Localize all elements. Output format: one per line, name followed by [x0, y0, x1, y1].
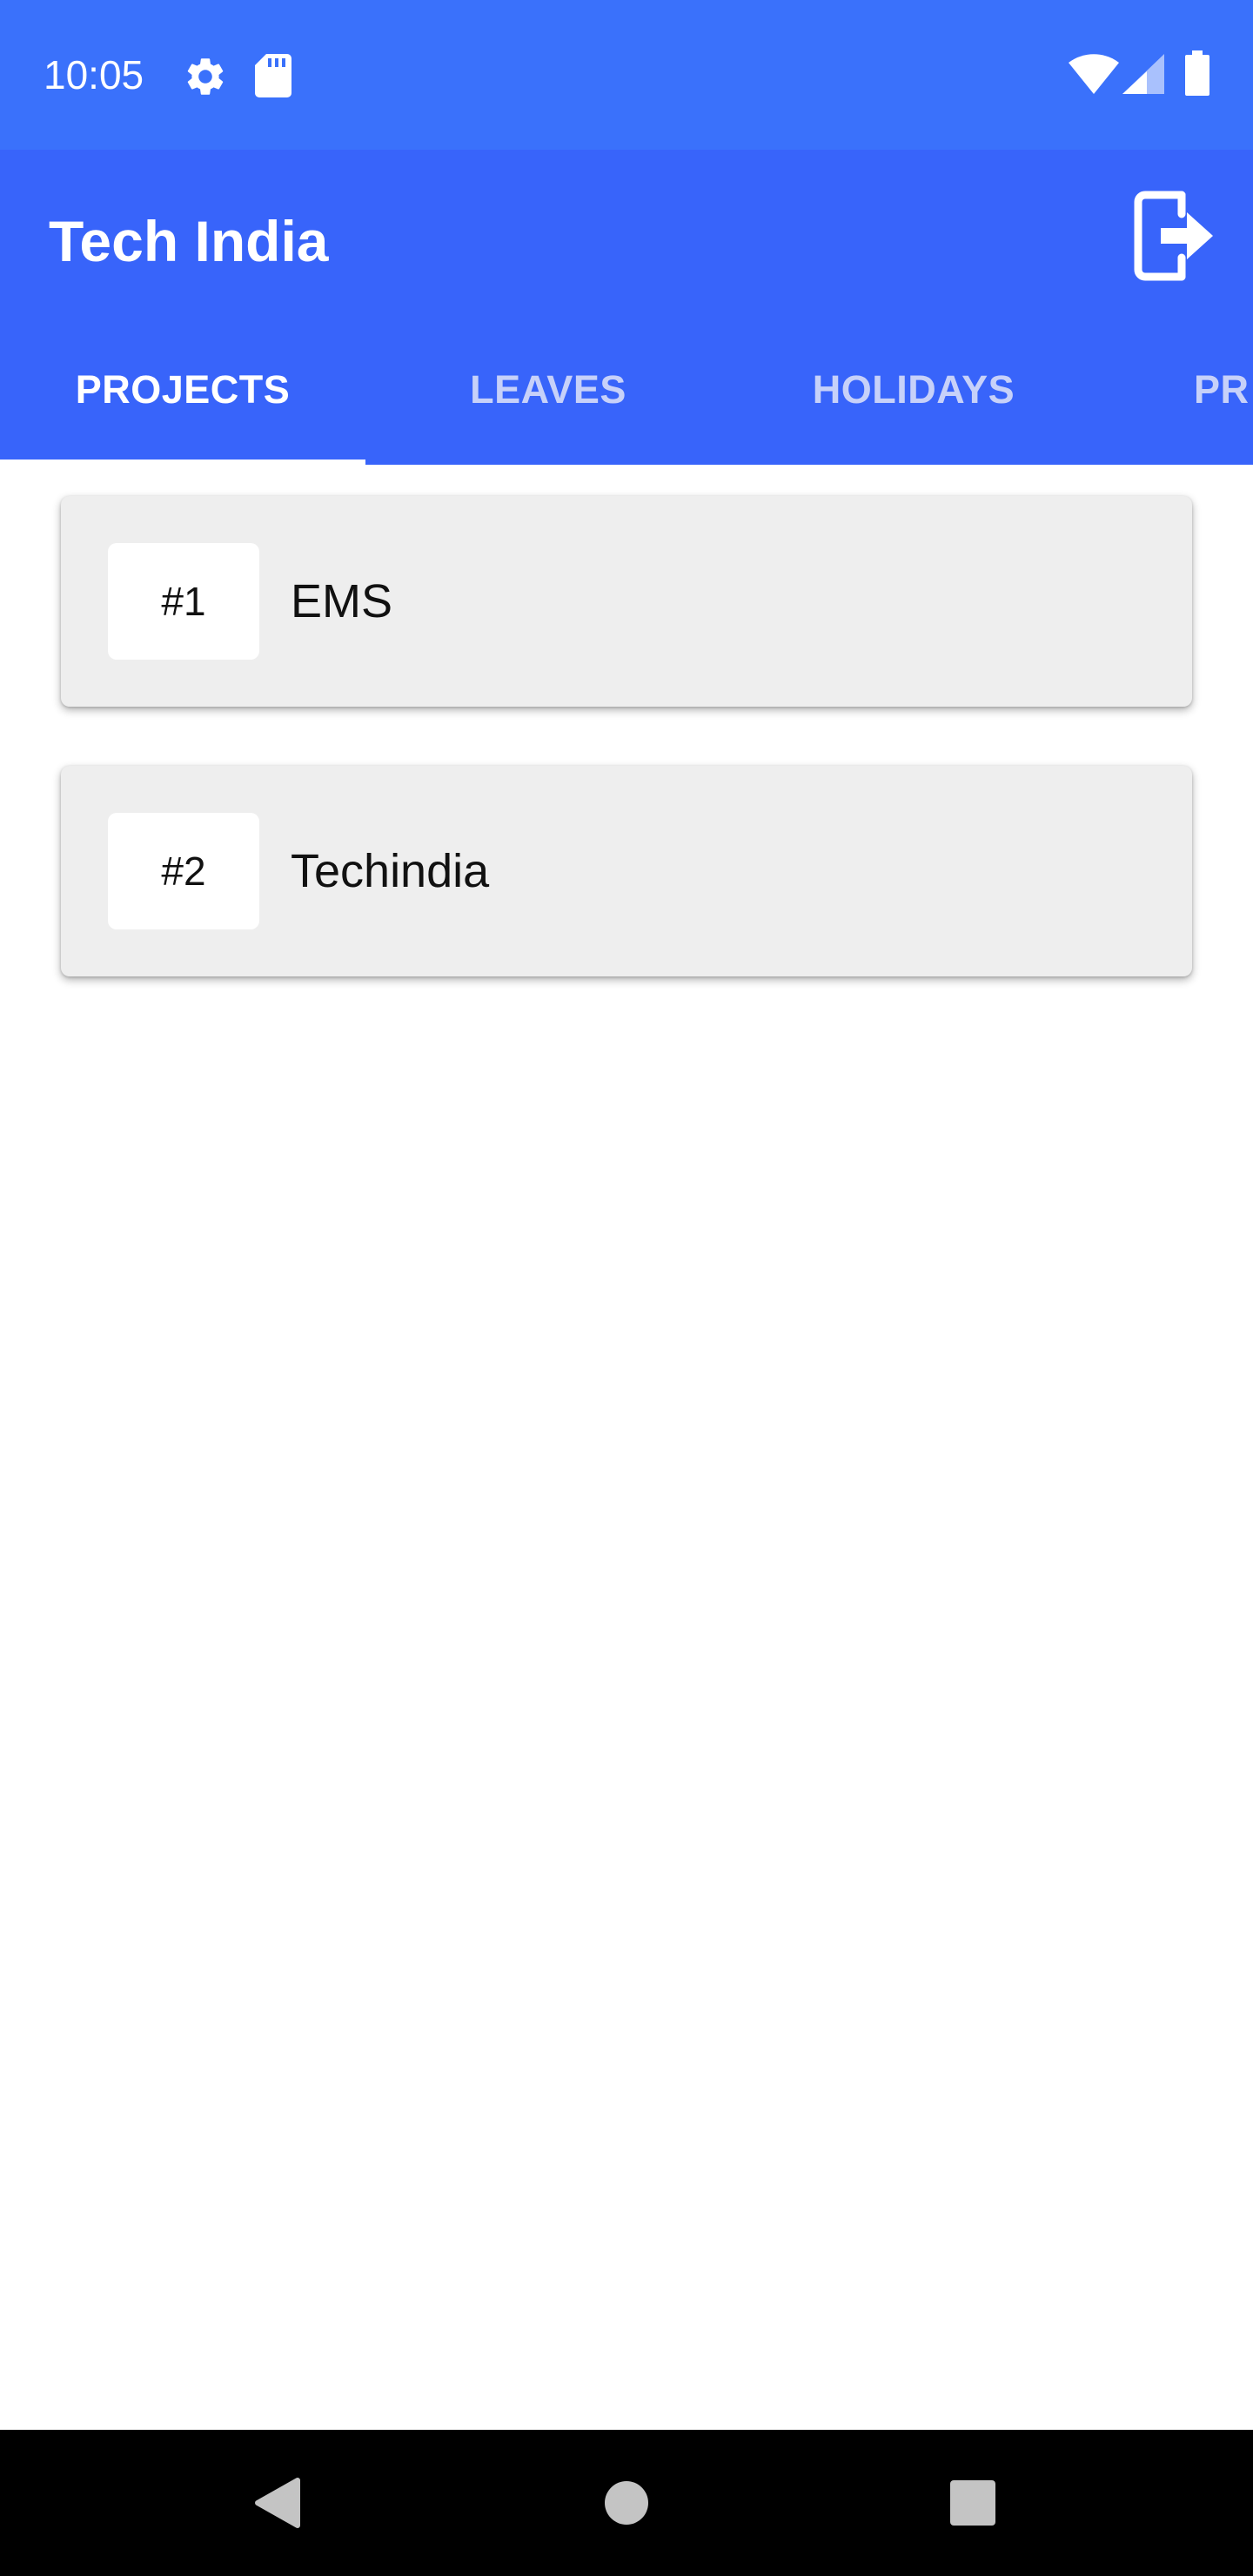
- logout-icon: [1134, 191, 1213, 281]
- cell-signal-icon: [1122, 54, 1164, 94]
- recents-button[interactable]: [900, 2430, 1046, 2576]
- wifi-icon: [1069, 54, 1119, 94]
- home-button[interactable]: [553, 2430, 700, 2576]
- screen: 10:05 Tech India PROJECTS LEAVES HOLIDAY…: [0, 0, 1253, 2576]
- project-name: EMS: [291, 575, 393, 627]
- project-number-badge: #2: [108, 813, 259, 929]
- back-button[interactable]: [204, 2430, 350, 2576]
- tab-indicator: [0, 460, 365, 465]
- project-card[interactable]: #2 Techindia: [61, 766, 1192, 976]
- home-icon: [605, 2481, 648, 2525]
- project-number-badge: #1: [108, 543, 259, 660]
- gear-icon: [187, 58, 224, 95]
- project-card[interactable]: #1 EMS: [61, 496, 1192, 707]
- tab-holidays[interactable]: HOLIDAYS: [731, 315, 1096, 465]
- project-name: Techindia: [291, 845, 490, 897]
- logout-button[interactable]: [1131, 188, 1218, 284]
- tab-projects[interactable]: PROJECTS: [0, 315, 365, 465]
- recents-icon: [950, 2480, 995, 2526]
- status-bar: 10:05: [0, 0, 1253, 150]
- sd-card-icon: [255, 54, 291, 97]
- tab-bar: PROJECTS LEAVES HOLIDAYS PR: [0, 315, 1253, 465]
- app-bar: Tech India PROJECTS LEAVES HOLIDAYS PR: [0, 150, 1253, 465]
- navigation-bar: [0, 2430, 1253, 2576]
- back-icon: [255, 2478, 300, 2528]
- app-title: Tech India: [49, 209, 329, 273]
- battery-icon: [1185, 50, 1209, 96]
- tab-leaves[interactable]: LEAVES: [365, 315, 731, 465]
- tab-partial[interactable]: PR: [1096, 315, 1250, 465]
- status-time: 10:05: [44, 52, 144, 97]
